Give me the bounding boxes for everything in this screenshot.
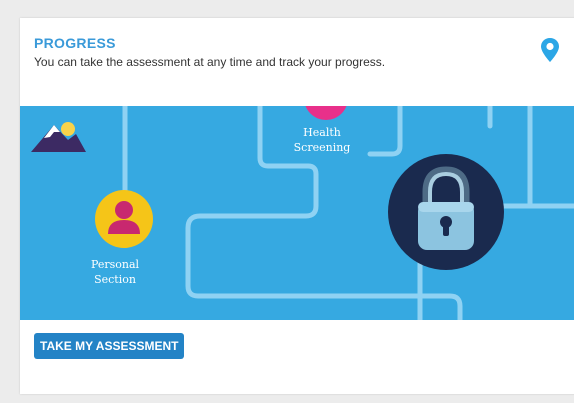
- health-node-icon: [305, 106, 347, 120]
- mountain-sun-icon: [31, 122, 86, 152]
- progress-card: PROGRESS You can take the assessment at …: [20, 18, 574, 394]
- personal-section-label: Personal Section: [90, 258, 140, 286]
- lock-icon: [388, 154, 504, 270]
- health-screening-label: Health Screening: [293, 126, 351, 154]
- take-assessment-button[interactable]: TAKE MY ASSESSMENT: [34, 333, 185, 359]
- card-title: PROGRESS: [34, 35, 116, 51]
- progress-banner: Health Screening Personal Section: [20, 106, 574, 320]
- map-pin-icon[interactable]: [540, 37, 560, 63]
- card-subtitle: You can take the assessment at any time …: [34, 55, 386, 69]
- person-icon: [95, 190, 153, 248]
